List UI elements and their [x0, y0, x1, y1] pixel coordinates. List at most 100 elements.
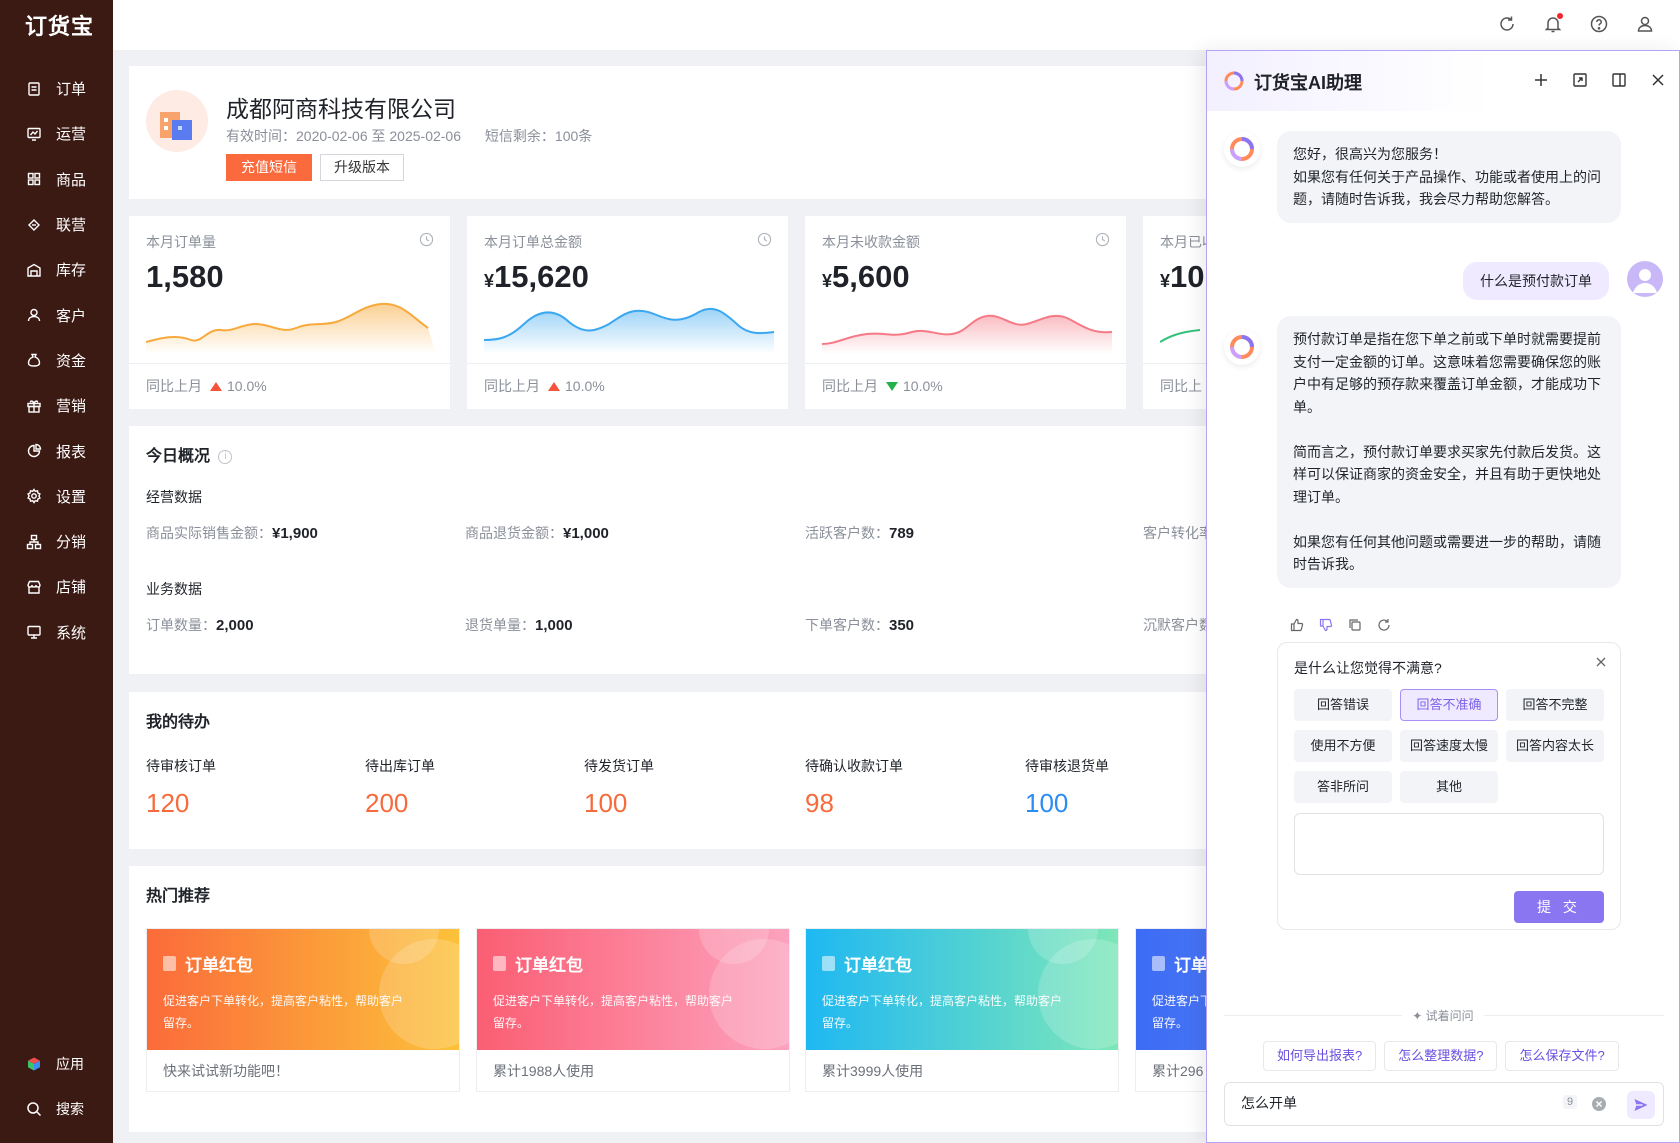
info-icon[interactable]: i [218, 449, 233, 464]
suggestion-chip[interactable]: 如何导出报表? [1263, 1041, 1377, 1071]
expand-icon[interactable] [1571, 71, 1589, 89]
sidebar-item-joint[interactable]: 联营 [0, 202, 113, 247]
sidebar-item-warehouse[interactable]: 库存 [0, 247, 113, 292]
sidebar-item-shop[interactable]: 店铺 [0, 564, 113, 609]
stat-value: ¥15,620 [484, 259, 589, 294]
service-data-title: 业务数据 [146, 581, 202, 597]
feedback-tag[interactable]: 使用不方便 [1294, 730, 1392, 762]
stat-sparkline [822, 314, 1112, 354]
sidebar-item-goods[interactable]: 商品 [0, 157, 113, 202]
feedback-submit-button[interactable]: 提 交 [1514, 891, 1604, 923]
red-packet-icon [493, 956, 506, 971]
todo-pending-return[interactable]: 待审核退货单 100 [1025, 756, 1109, 819]
thumbs-up-icon[interactable] [1290, 618, 1304, 632]
close-icon[interactable] [1594, 655, 1608, 669]
stat-card-unpaid[interactable]: 本月未收款金额 ¥5,600 同比上月 10.0% [805, 216, 1126, 409]
stat-value: 1,580 [146, 259, 224, 294]
todo-pending-shipping[interactable]: 待发货订单 100 [584, 756, 654, 819]
feedback-tag[interactable]: 回答不完整 [1506, 689, 1604, 721]
stat-value: ¥5,600 [822, 259, 910, 294]
feedback-tag[interactable]: 回答速度太慢 [1400, 730, 1498, 762]
promo-card[interactable]: 订单 促进客户下单转化，提高客户粘性，帮助客户留存。 累计296 [1135, 928, 1209, 1092]
sidebar-item-order[interactable]: 订单 [0, 66, 113, 111]
user-icon[interactable] [1635, 14, 1655, 34]
copy-icon[interactable] [1348, 618, 1362, 632]
sidebar-item-label: 运营 [56, 126, 87, 144]
red-packet-icon [822, 956, 835, 971]
sidebar-bottom: 应用 搜索 [0, 1041, 113, 1131]
feedback-tag[interactable]: 答非所问 [1294, 771, 1392, 803]
pie-chart-icon [27, 443, 42, 458]
section-title: 我的待办 [146, 714, 211, 731]
stat-card-orders[interactable]: 本月订单量 1,580 同比上月 10.0% [129, 216, 450, 409]
bell-icon[interactable] [1543, 13, 1563, 34]
promo-card[interactable]: 订单红包 促进客户下单转化，提高客户粘性，帮助客户留存。 累计1988人使用 [476, 928, 790, 1092]
metric-return-amount: 商品退货金额：¥1,000 [465, 525, 609, 542]
todo-pending-outbound[interactable]: 待出库订单 200 [365, 756, 435, 819]
stat-card-amount[interactable]: 本月订单总金额 ¥15,620 同比上月 10.0% [467, 216, 788, 409]
trend-up-icon [548, 382, 560, 391]
sidebar-item-report[interactable]: 报表 [0, 428, 113, 473]
sidebar-item-label: 商品 [56, 171, 87, 189]
feedback-tag[interactable]: 回答内容太长 [1506, 730, 1604, 762]
bot-avatar [1224, 329, 1260, 365]
sidebar-item-marketing[interactable]: 营销 [0, 383, 113, 428]
thumbs-down-icon[interactable] [1319, 618, 1333, 632]
feedback-textarea[interactable] [1294, 813, 1604, 875]
shop-icon [27, 580, 41, 594]
sidebar: 订货宝 订单 运营 商品 联营 库存 客户 资金 营销 报表 设置 分销 店铺 … [0, 0, 113, 1143]
upgrade-version-button[interactable]: 升级版本 [320, 154, 404, 181]
sidebar-item-distribution[interactable]: 分销 [0, 519, 113, 564]
clock-icon [757, 232, 772, 247]
promo-desc: 促进客户下单转化，提高客户粘性，帮助客户留存。 [1152, 994, 1209, 1030]
send-button[interactable] [1627, 1091, 1655, 1119]
new-chat-icon[interactable] [1532, 71, 1550, 89]
recharge-sms-button[interactable]: 充值短信 [226, 154, 312, 181]
sidebar-toggle-icon[interactable] [1610, 71, 1628, 89]
suggestion-chip[interactable]: 怎么整理数据? [1384, 1041, 1498, 1071]
sidebar-item-apps[interactable]: 应用 [0, 1041, 113, 1086]
clock-icon [1095, 232, 1110, 247]
sidebar-item-label: 资金 [56, 352, 87, 370]
order-icon [28, 81, 40, 96]
sidebar-item-search[interactable]: 搜索 [0, 1086, 113, 1131]
promo-card[interactable]: 订单红包 促进客户下单转化，提高客户粘性，帮助客户留存。 快来试试新功能吧！ [146, 928, 460, 1092]
sidebar-item-label: 搜索 [56, 1100, 84, 1117]
sidebar-item-system[interactable]: 系统 [0, 610, 113, 655]
today-overview: 今日概况 i 经营数据 商品实际销售金额：¥1,900 商品退货金额：¥1,00… [129, 426, 1213, 674]
refresh-icon[interactable] [1497, 14, 1517, 34]
notification-dot [1557, 13, 1563, 19]
feedback-tag-selected[interactable]: 回答不准确 [1400, 689, 1498, 721]
app-logo[interactable]: 订货宝 [0, 0, 113, 50]
close-icon[interactable] [1649, 71, 1667, 89]
regenerate-icon[interactable] [1377, 618, 1391, 632]
promo-desc: 促进客户下单转化，提高客户粘性，帮助客户留存。 [493, 994, 734, 1030]
joint-icon [28, 218, 40, 231]
sidebar-item-customer[interactable]: 客户 [0, 292, 113, 337]
feedback-tag[interactable]: 其他 [1400, 771, 1498, 803]
sidebar-item-label: 订单 [56, 81, 87, 99]
chat-input[interactable] [1241, 1095, 1541, 1111]
help-icon[interactable] [1589, 14, 1609, 34]
stat-label: 本月已收 [1160, 234, 1209, 250]
promo-card[interactable]: 订单红包 促进客户下单转化，提高客户粘性，帮助客户留存。 累计3999人使用 [805, 928, 1119, 1092]
todo-pending-payment[interactable]: 待确认收款订单 98 [805, 756, 903, 819]
stat-value: ¥10 [1160, 259, 1205, 294]
stat-label: 本月订单量 [146, 234, 216, 250]
clear-icon[interactable] [1591, 1096, 1607, 1112]
valid-time: 有效时间：2020-02-06 至 2025-02-06 [226, 128, 462, 144]
feedback-tag[interactable]: 回答错误 [1294, 689, 1392, 721]
ai-assistant-panel: 订货宝AI助理 您好，很高兴为您服务！ 如果您有任何关于产品操作、功能或者使用上… [1206, 50, 1680, 1143]
stat-card-received[interactable]: 本月已收 ¥10 同比上 [1143, 216, 1209, 409]
sidebar-item-label: 营销 [56, 398, 87, 416]
sidebar-item-label: 应用 [56, 1055, 84, 1072]
sidebar-item-operation[interactable]: 运营 [0, 111, 113, 156]
sidebar-item-money[interactable]: 资金 [0, 338, 113, 383]
sidebar-item-settings[interactable]: 设置 [0, 474, 113, 519]
suggestion-chip[interactable]: 怎么保存文件? [1505, 1041, 1619, 1071]
todo-pending-review[interactable]: 待审核订单 120 [146, 756, 216, 819]
stat-compare: 同比上 [1143, 363, 1209, 409]
distribution-icon [26, 534, 42, 549]
operation-icon [27, 127, 41, 141]
company-meta: 有效时间：2020-02-06 至 2025-02-06 短信剩余：100条 [226, 126, 612, 146]
